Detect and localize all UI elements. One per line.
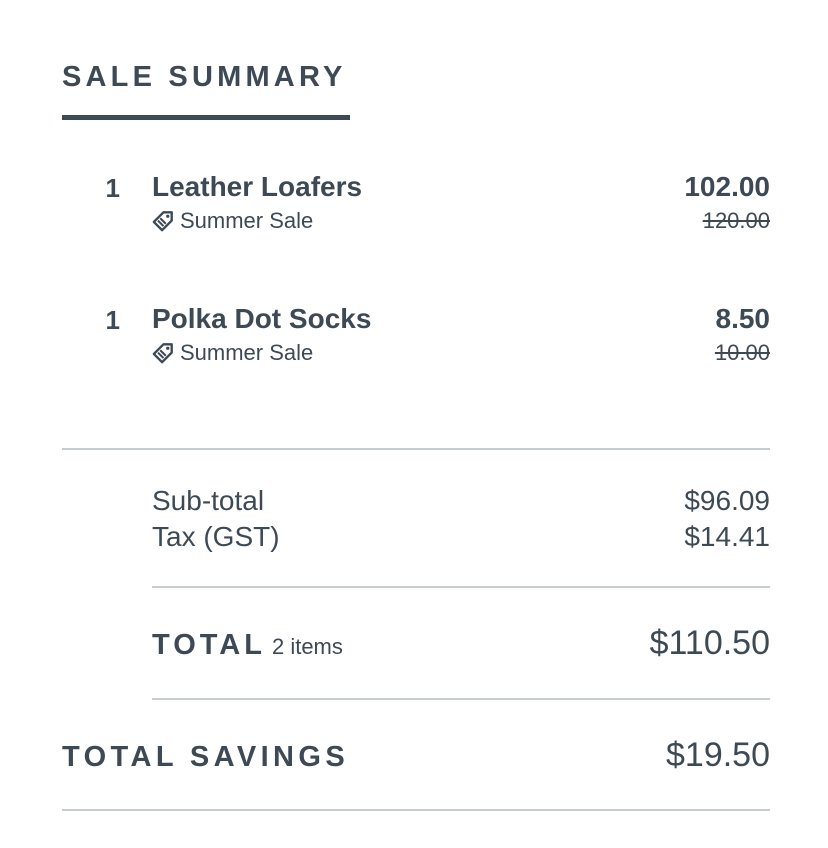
total-label: TOTAL 2 items <box>152 626 343 666</box>
subtotal-divider <box>152 586 770 588</box>
item-quantity: 1 <box>105 305 120 335</box>
item-price: 8.50 <box>715 303 771 334</box>
item-price: 102.00 <box>684 171 770 202</box>
item-original-price: 120.00 <box>702 208 770 233</box>
item-original-price: 10.00 <box>714 340 770 365</box>
promotion-label: Summer Sale <box>180 340 314 365</box>
total-label-text: TOTAL <box>152 629 266 661</box>
item-promotion: Summer Sale <box>152 340 313 366</box>
item-name: Leather Loafers <box>152 171 363 202</box>
total-item-count: 2 items <box>271 634 343 659</box>
savings-divider <box>62 809 770 811</box>
subtotal-label: Sub-total <box>152 485 265 516</box>
tag-icon <box>152 343 173 364</box>
items-divider <box>62 448 770 450</box>
item-promotion: Summer Sale <box>152 208 313 234</box>
subtotal-value: $96.09 <box>684 485 770 516</box>
tag-icon <box>152 211 173 232</box>
item-quantity: 1 <box>105 173 120 203</box>
promotion-label: Summer Sale <box>180 208 314 233</box>
tax-label: Tax (GST) <box>152 521 280 552</box>
tax-value: $14.41 <box>684 521 770 552</box>
page-title: SALE SUMMARY <box>62 61 347 93</box>
savings-label: TOTAL SAVINGS <box>62 741 350 773</box>
total-divider <box>152 698 770 700</box>
total-value: $110.50 <box>649 624 770 662</box>
item-name: Polka Dot Socks <box>152 303 372 334</box>
title-underline <box>62 115 350 120</box>
savings-value: $19.50 <box>666 736 770 774</box>
